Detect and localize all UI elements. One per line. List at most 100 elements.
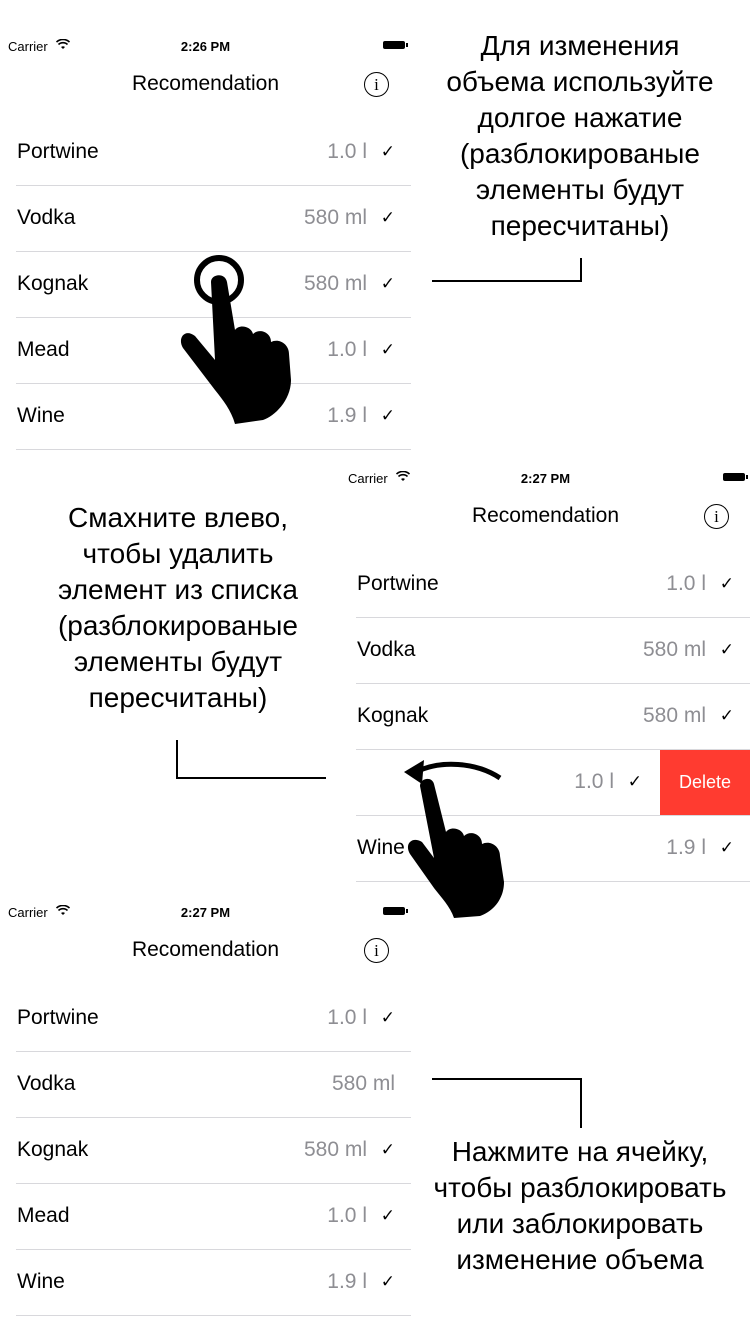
callout-line: (разблокированые [459, 138, 700, 169]
list-item[interactable]: Kognak 580 ml ✓ [16, 1118, 411, 1184]
item-name: Vodka [17, 206, 76, 229]
checkmark-icon: ✓ [719, 706, 734, 725]
item-volume: 580 ml [642, 704, 706, 727]
item-volume: 1.0 l [327, 338, 367, 361]
item-name: Vodka [357, 638, 416, 661]
callout-line: изменение объема [456, 1244, 704, 1275]
nav-bar: Recomendation i [0, 56, 411, 120]
checkmark-icon: ✓ [380, 1272, 395, 1291]
checkmark-icon: ✓ [380, 406, 395, 425]
item-volume: 1.0 l [327, 1006, 367, 1029]
checkmark-icon: ✓ [380, 1206, 395, 1225]
checkmark-icon: ✓ [380, 208, 395, 227]
connector-line [432, 1078, 582, 1080]
status-bar: Carrier 2:26 PM [0, 32, 411, 56]
callout-line: Смахните влево, [67, 502, 289, 533]
checkmark-icon: ✓ [719, 640, 734, 659]
hand-swipe-icon [404, 760, 504, 918]
callout-line: элементы будут [73, 646, 283, 677]
callout-line: пересчитаны) [490, 210, 670, 241]
item-volume: 1.9 l [666, 836, 706, 859]
item-name: Vodka [17, 1072, 76, 1095]
item-volume: 580 ml [303, 1138, 367, 1161]
delete-button[interactable]: Delete [660, 750, 750, 815]
callout-line: элементы будут [475, 174, 685, 205]
drink-list: Portwine 1.0 l ✓ Vodka 580 ml Kognak 580… [0, 986, 411, 1316]
hand-tap-icon [180, 255, 291, 424]
page-title: Recomendation [471, 504, 620, 527]
tutorial-canvas: Carrier 2:26 PM Recomendation i Portwine… [0, 0, 750, 1334]
checkmark-icon: ✓ [380, 274, 395, 293]
list-item-unlocked[interactable]: Vodka 580 ml [16, 1052, 411, 1118]
callout-line: чтобы удалить [82, 538, 274, 569]
callout-long-press: Для изменения объема используйте долгое … [420, 28, 740, 244]
list-item[interactable]: Portwine 1.0 l ✓ [16, 986, 411, 1052]
list-item[interactable]: Wine 1.9 l ✓ [16, 1250, 411, 1316]
battery-icon [723, 473, 748, 481]
item-name: Portwine [17, 140, 99, 163]
connector-line [176, 777, 326, 779]
status-time: 2:26 PM [180, 39, 231, 54]
info-icon[interactable]: i [364, 72, 389, 97]
callout-line: чтобы разблокировать [433, 1172, 727, 1203]
list-item[interactable]: Kognak 580 ml ✓ [356, 684, 750, 750]
item-volume: 580 ml [303, 206, 367, 229]
status-time: 2:27 PM [520, 471, 571, 486]
callout-line: пересчитаны) [88, 682, 268, 713]
callout-line: объема используйте [446, 66, 714, 97]
checkmark-icon: ✓ [380, 1008, 395, 1027]
callout-line: (разблокированые [57, 610, 298, 641]
battery-icon [383, 41, 408, 49]
checkmark-icon: ✓ [719, 574, 734, 593]
nav-bar: Recomendation i [340, 488, 750, 552]
battery-icon [383, 907, 408, 915]
item-volume: 1.0 l [327, 140, 367, 163]
page-title: Recomendation [131, 72, 280, 95]
callout-tap: Нажмите на ячейку, чтобы разблокировать … [410, 1134, 750, 1278]
list-item[interactable]: Mead 1.0 l ✓ [16, 1184, 411, 1250]
callout-line: элемент из списка [58, 574, 298, 605]
list-item[interactable]: Portwine 1.0 l ✓ [356, 552, 750, 618]
callout-line: долгое нажатие [477, 102, 683, 133]
nav-bar: Recomendation i [0, 922, 411, 986]
page-title: Recomendation [131, 938, 280, 961]
item-name: Portwine [357, 572, 439, 595]
list-item[interactable]: Portwine 1.0 l ✓ [16, 120, 411, 186]
checkmark-icon: ✓ [627, 772, 642, 791]
list-item[interactable]: Vodka 580 ml ✓ [16, 186, 411, 252]
item-name: Wine [17, 404, 65, 427]
item-name: Kognak [357, 704, 429, 727]
item-name: Kognak [17, 272, 89, 295]
item-name: Kognak [17, 1138, 89, 1161]
item-volume: 1.9 l [327, 404, 367, 427]
item-name: Mead [17, 338, 70, 361]
status-bar: Carrier 2:27 PM [0, 898, 411, 922]
checkmark-icon: ✓ [380, 1140, 395, 1159]
checkmark-icon: ✓ [380, 142, 395, 161]
connector-line [432, 280, 582, 282]
status-time: 2:27 PM [180, 905, 231, 920]
checkmark-icon: ✓ [380, 340, 395, 359]
item-volume: 1.9 l [327, 1270, 367, 1293]
status-bar: Carrier 2:27 PM [340, 464, 750, 488]
list-item[interactable]: Vodka 580 ml ✓ [356, 618, 750, 684]
item-name: Mead [17, 1204, 70, 1227]
callout-line: или заблокировать [456, 1208, 704, 1239]
info-icon[interactable]: i [704, 504, 729, 529]
item-volume: 580 ml [303, 272, 367, 295]
callout-swipe: Смахните влево, чтобы удалить элемент из… [28, 500, 328, 716]
item-volume: 1.0 l [327, 1204, 367, 1227]
callout-line: Нажмите на ячейку, [451, 1136, 709, 1167]
item-name: Wine [17, 1270, 65, 1293]
connector-line [580, 258, 582, 282]
callout-line: Для изменения [480, 30, 680, 61]
connector-line [580, 1078, 582, 1128]
item-volume: 1.0 l [666, 572, 706, 595]
item-volume: 1.0 l [574, 770, 614, 793]
item-volume: 580 ml [331, 1072, 395, 1095]
info-icon[interactable]: i [364, 938, 389, 963]
screen-tap-toggle: Carrier 2:27 PM Recomendation i Portwine… [0, 898, 411, 1316]
checkmark-icon: ✓ [719, 838, 734, 857]
item-name: Portwine [17, 1006, 99, 1029]
item-name: Wine [357, 836, 405, 859]
